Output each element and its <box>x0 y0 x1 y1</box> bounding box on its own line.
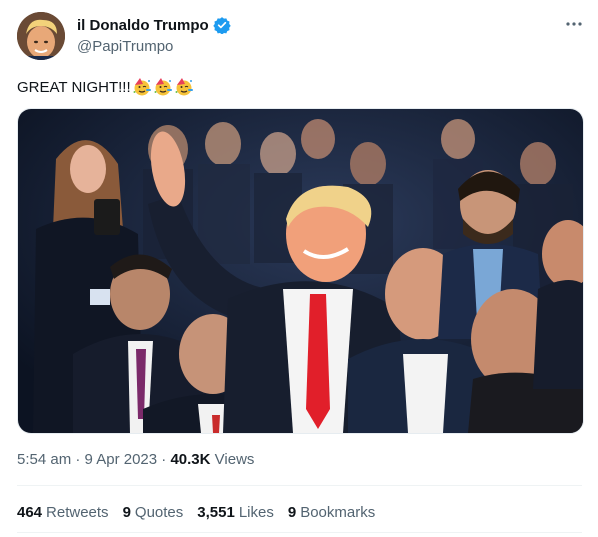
quotes-label: Quotes <box>134 504 184 521</box>
author-display-name[interactable]: il Donaldo Trumpo <box>77 17 209 34</box>
tweet-meta: 5:54 am · 9 Apr 2023 · 40.3K Views <box>17 451 254 468</box>
partying-face-icon <box>132 77 152 97</box>
divider <box>17 532 582 533</box>
avatar-photo <box>17 12 65 60</box>
author-handle[interactable]: @PapiTrumpo <box>77 38 173 55</box>
tweet-text-content: GREAT NIGHT!!! <box>17 78 131 96</box>
tweet-photo[interactable] <box>17 108 584 434</box>
author-name-row[interactable]: il Donaldo Trumpo <box>77 16 231 35</box>
avatar[interactable] <box>17 12 65 60</box>
likes-stat[interactable]: 3,551 Likes <box>197 504 274 521</box>
quotes-stat[interactable]: 9 Quotes <box>123 504 184 521</box>
bookmarks-label: Bookmarks <box>300 504 376 521</box>
tweet-stats: 464 Retweets 9 Quotes 3,551 Likes 9 Bookmark… <box>17 504 375 521</box>
verified-badge-icon <box>212 16 231 35</box>
retweets-count: 464 <box>17 504 43 521</box>
views-count: 40.3K <box>170 451 211 468</box>
retweets-label: Retweets <box>46 504 109 521</box>
bookmarks-count: 9 <box>287 504 297 521</box>
likes-label: Likes <box>238 504 274 521</box>
bookmarks-stat[interactable]: 9 Bookmarks <box>288 504 375 521</box>
more-options-icon[interactable] <box>564 14 584 34</box>
likes-count: 3,551 <box>197 504 235 521</box>
views-label: Views <box>214 451 255 468</box>
tweet-time[interactable]: 5:54 am <box>17 451 71 468</box>
divider <box>17 485 582 486</box>
retweets-stat[interactable]: 464 Retweets <box>17 504 109 521</box>
photo-crowd-scene <box>18 109 583 433</box>
quotes-count: 9 <box>122 504 131 521</box>
meta-separator: · <box>75 451 81 468</box>
meta-separator: · <box>161 451 167 468</box>
tweet-date[interactable]: 9 Apr 2023 <box>85 451 158 468</box>
partying-face-icon <box>174 77 194 97</box>
tweet-text: GREAT NIGHT!!! <box>17 77 194 97</box>
partying-face-icon <box>153 77 173 97</box>
